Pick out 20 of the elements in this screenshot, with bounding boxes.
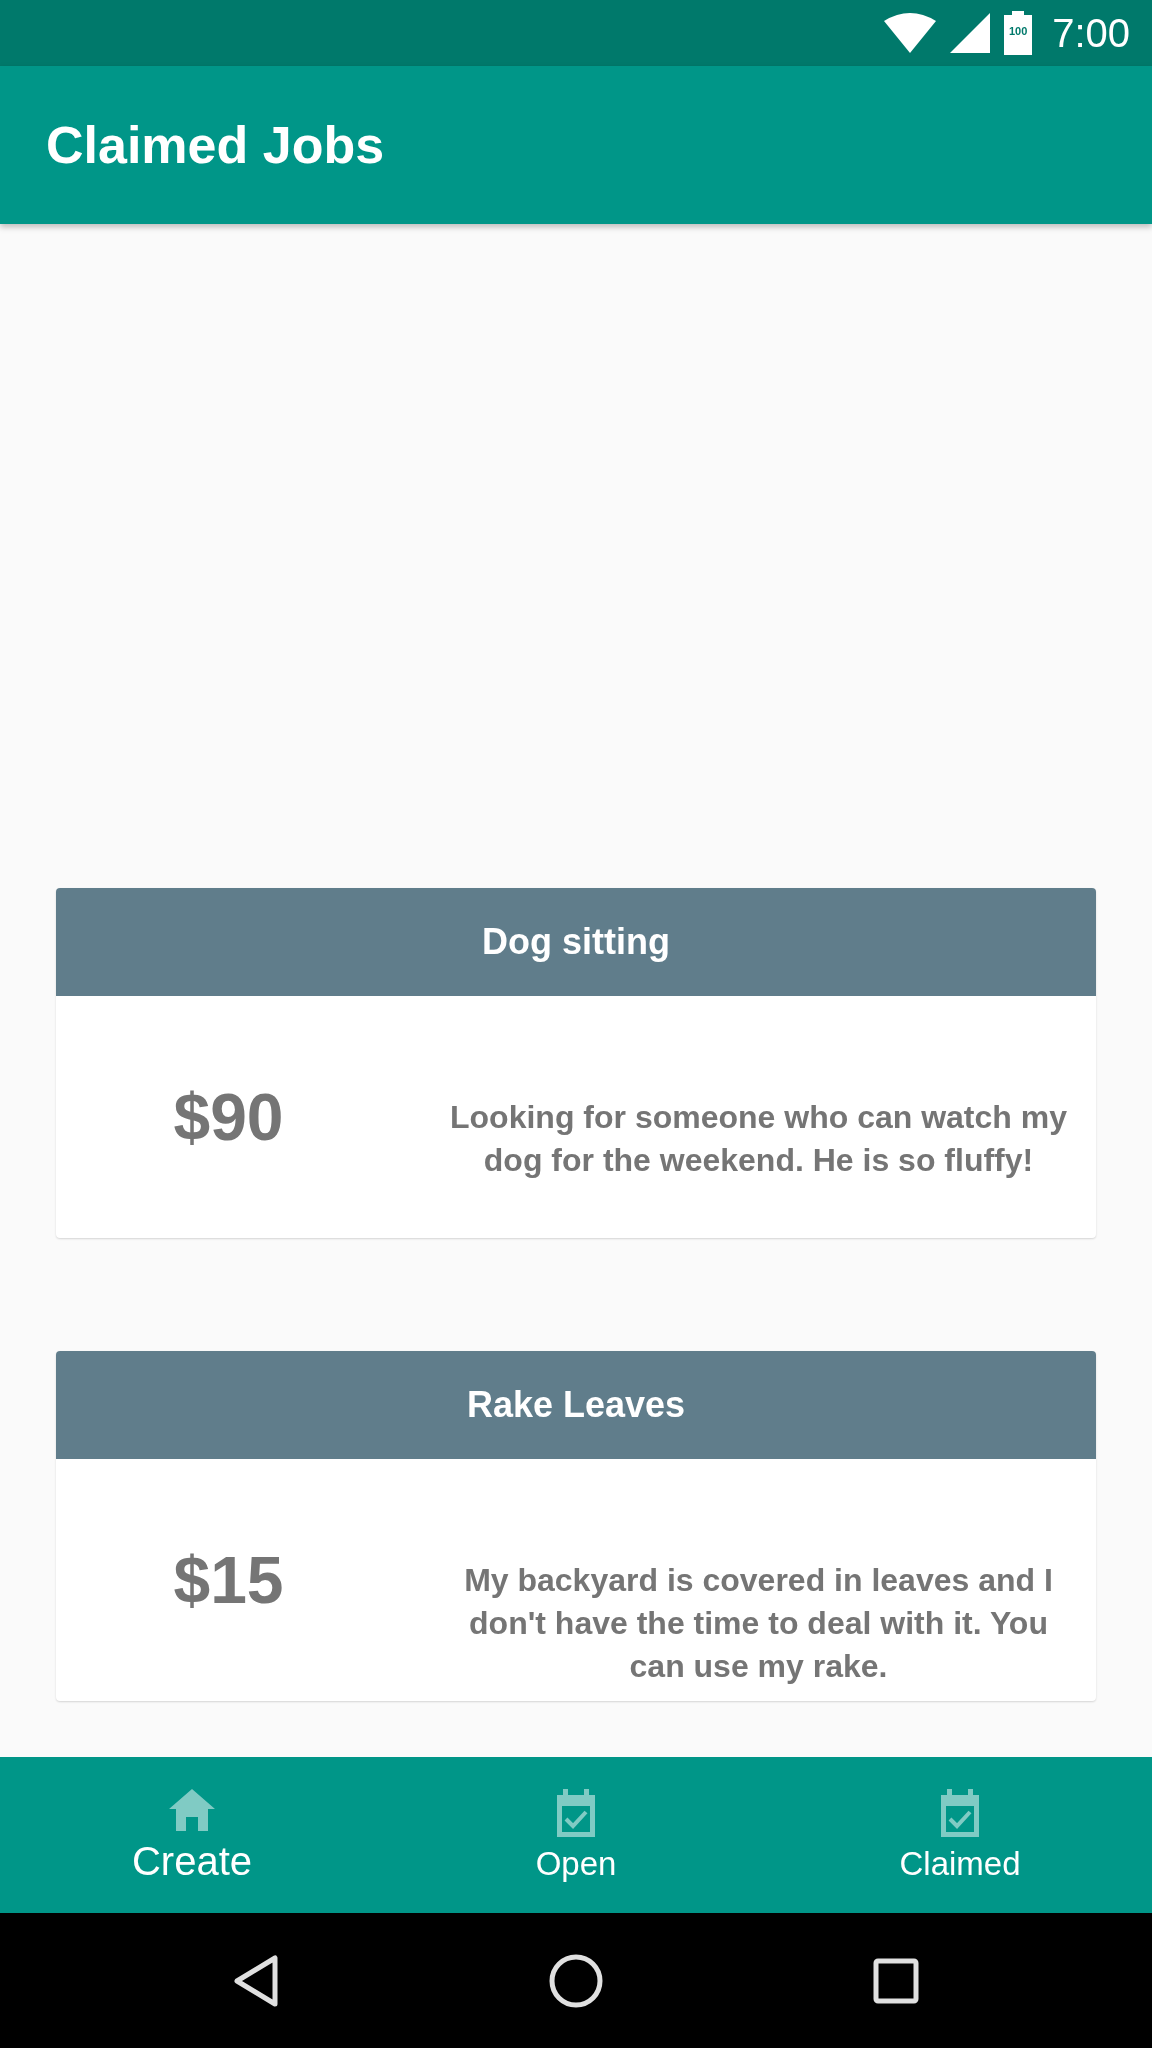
nav-tab[interactable]: Create bbox=[0, 1757, 384, 1913]
home-icon bbox=[167, 1786, 217, 1833]
clock-time: 7:00 bbox=[1052, 10, 1130, 56]
signal-icon bbox=[950, 13, 991, 53]
job-description: Looking for someone who can watch my dog for the weekend. He is so fluffy! bbox=[449, 1098, 1068, 1180]
job-price: $90 bbox=[173, 1079, 284, 1155]
nav-tab[interactable]: Claimed bbox=[768, 1757, 1152, 1913]
job-description: My backyard is covered in leaves and I don't have the time to deal with it. You can use my rake. bbox=[463, 1561, 1054, 1686]
recents-square-icon[interactable] bbox=[873, 1957, 919, 2004]
job-price: $15 bbox=[173, 1542, 284, 1618]
nav-tab[interactable]: Open bbox=[384, 1757, 768, 1913]
battery-icon: 100 bbox=[1004, 11, 1033, 55]
job-title: Rake Leaves bbox=[56, 1351, 1096, 1459]
job-title: Dog sitting bbox=[56, 888, 1096, 996]
home-circle-icon[interactable] bbox=[549, 1953, 603, 2008]
wifi-icon bbox=[884, 13, 937, 53]
back-icon[interactable] bbox=[233, 1954, 279, 2007]
job-card[interactable]: Rake Leaves $15 My backyard is covered in leaves and I don't have the time to deal with it. You can use my rake. bbox=[56, 1351, 1096, 1701]
job-card[interactable]: Dog sitting $90 Looking for someone who can watch my dog for the weekend. He is so fluffy! bbox=[56, 888, 1096, 1238]
screen-title: Claimed Jobs bbox=[46, 115, 385, 175]
